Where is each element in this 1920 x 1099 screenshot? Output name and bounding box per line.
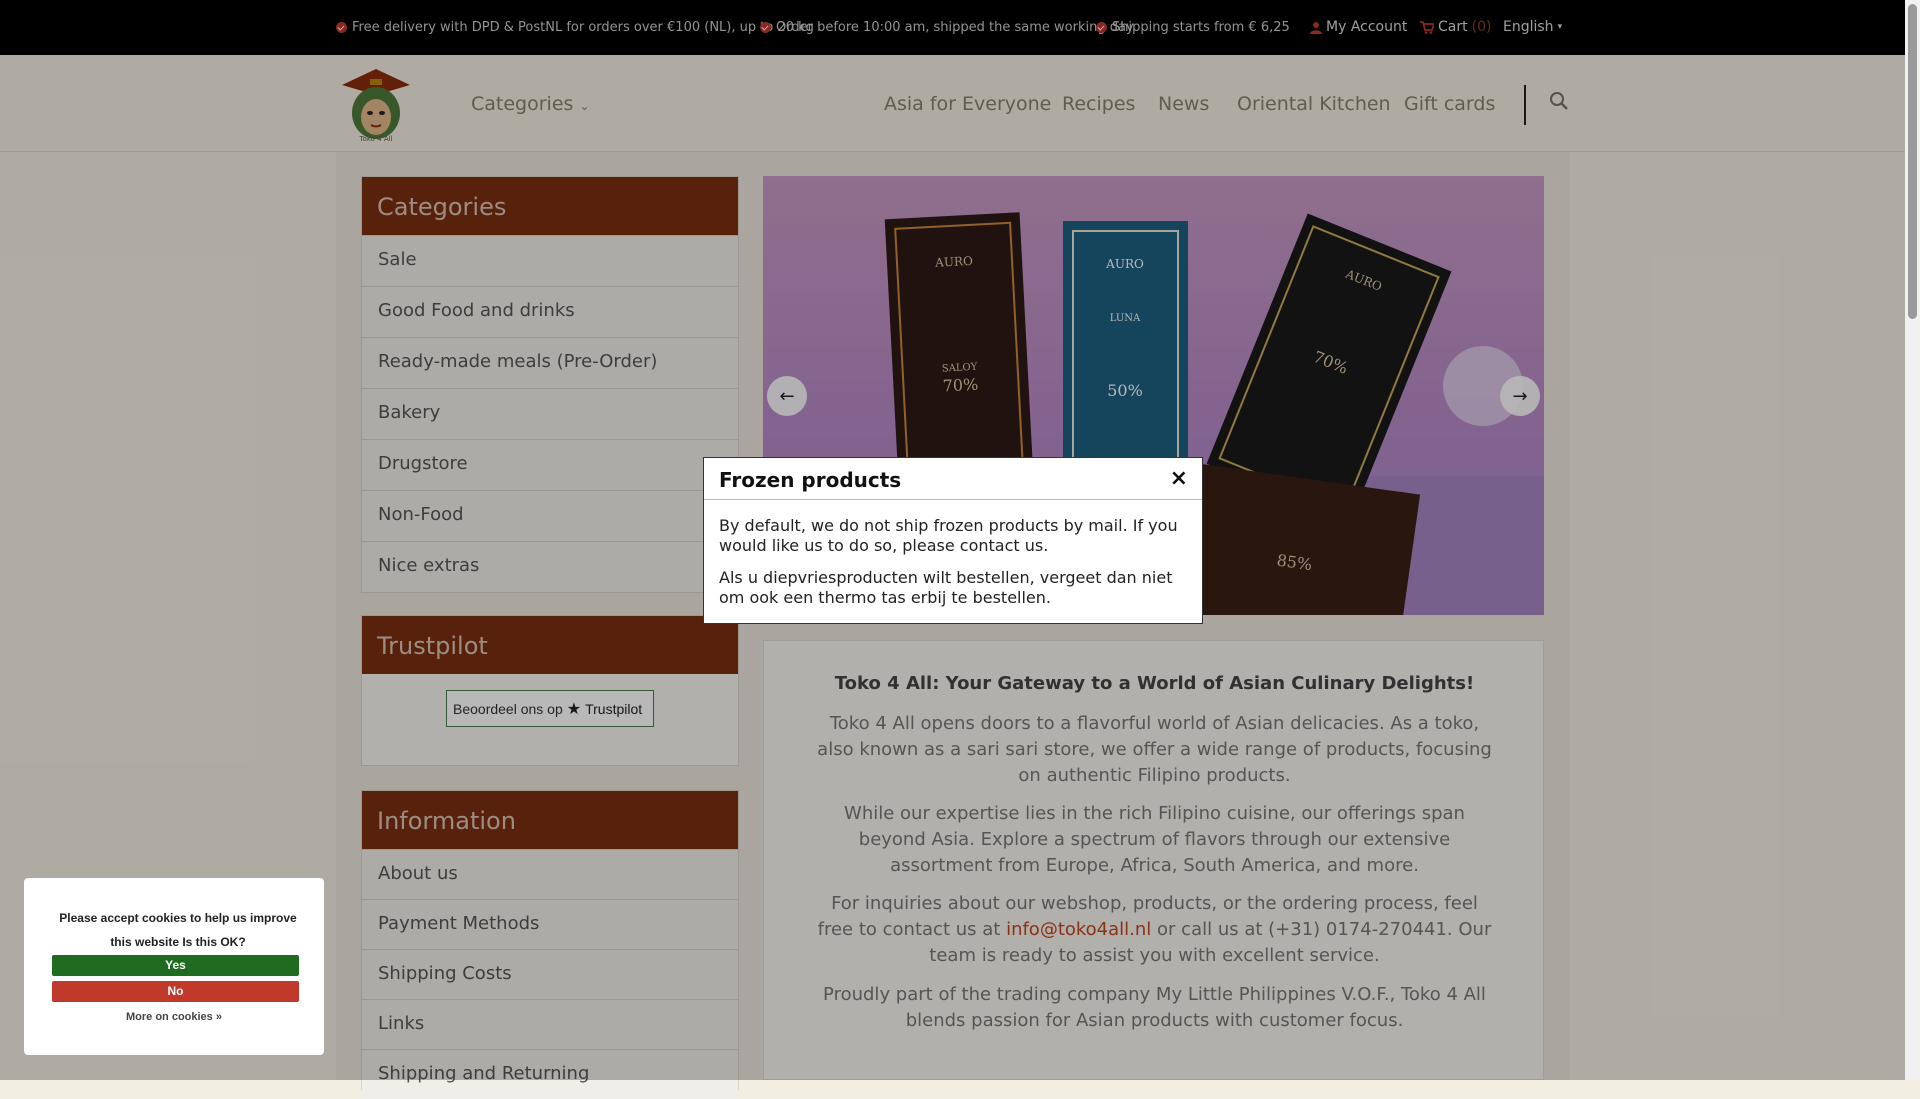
- modal-text-en: By default, we do not ship frozen produc…: [719, 516, 1178, 555]
- close-icon[interactable]: ×: [1170, 466, 1188, 491]
- cookie-question: Please accept cookies to help us improve…: [59, 911, 297, 949]
- cookie-no-button[interactable]: No: [52, 981, 299, 1002]
- cookie-more-link[interactable]: More on cookies »: [24, 1011, 324, 1023]
- cookie-yes-button[interactable]: Yes: [52, 955, 299, 976]
- modal-title: Frozen products: [704, 458, 1202, 500]
- frozen-products-modal: Frozen products × By default, we do not …: [703, 457, 1203, 624]
- cookie-consent: Please accept cookies to help us improve…: [24, 878, 324, 1055]
- modal-text-nl: Als u diepvriesproducten wilt bestellen,…: [719, 568, 1173, 607]
- page-scrollbar[interactable]: [1905, 0, 1920, 1080]
- scrollbar-thumb[interactable]: [1908, 4, 1917, 319]
